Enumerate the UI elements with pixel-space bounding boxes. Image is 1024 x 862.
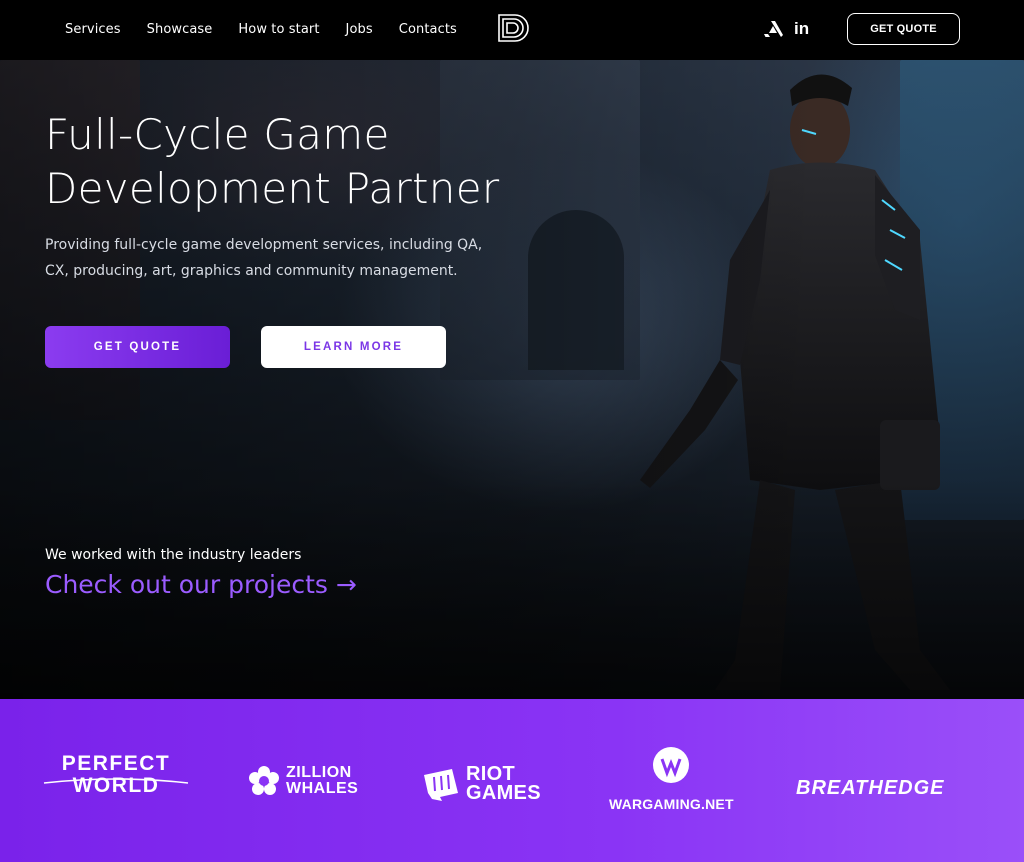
perfect-world-line1: PERFECT: [61, 752, 171, 775]
top-nav: Services Showcase How to start Jobs Cont…: [0, 0, 1024, 60]
zillion-line1: ZILLION: [286, 764, 352, 781]
company-logo[interactable]: [497, 13, 529, 43]
check-projects-link[interactable]: Check out our projects →: [45, 570, 357, 599]
hero-title: Full-Cycle Game Development Partner: [45, 108, 605, 216]
hero-title-line1: Full-Cycle Game: [45, 110, 390, 159]
breathedge-logo: BREATHEDGE: [796, 777, 945, 799]
wargaming-text: WARGAMING.NET: [609, 796, 734, 812]
nav-link-services[interactable]: Services: [65, 22, 121, 37]
zillion-line2: WHALES: [286, 780, 359, 797]
zillion-whales-flower-icon: [249, 766, 279, 795]
hero-learn-more-button[interactable]: LEARN MORE: [261, 326, 446, 368]
riot-fist-icon: [424, 769, 458, 801]
artstation-icon[interactable]: [762, 19, 784, 39]
hero-get-quote-button[interactable]: GET QUOTE: [45, 326, 230, 368]
hero-title-line2: Development Partner: [45, 164, 500, 213]
riot-line2: GAMES: [466, 782, 541, 804]
nav-get-quote-button[interactable]: GET QUOTE: [847, 13, 960, 45]
partners-strip: PERFECT WORLD ZILLION WHALES RIOT GAMES: [0, 699, 1024, 862]
zillion-whales-logo: ZILLION WHALES: [248, 765, 358, 797]
perfect-world-logo: PERFECT WORLD: [46, 753, 186, 797]
nav-link-contacts[interactable]: Contacts: [399, 22, 457, 37]
riot-games-logo: RIOT GAMES: [422, 764, 541, 804]
nav-link-how-to-start[interactable]: How to start: [238, 22, 319, 37]
linkedin-icon[interactable]: in: [794, 19, 816, 39]
perfect-world-swoosh-icon: [43, 778, 189, 784]
wargaming-logo: WARGAMING.NET: [609, 745, 734, 812]
hero-worked-with-text: We worked with the industry leaders: [45, 547, 302, 563]
hero-subtitle: Providing full-cycle game development se…: [45, 237, 483, 279]
wargaming-emblem-icon: [653, 747, 689, 783]
nav-link-showcase[interactable]: Showcase: [147, 22, 213, 37]
nav-links: Services Showcase How to start Jobs Cont…: [65, 0, 457, 58]
hero-section: Full-Cycle Game Development Partner Prov…: [0, 60, 1024, 699]
nav-link-jobs[interactable]: Jobs: [346, 22, 373, 37]
